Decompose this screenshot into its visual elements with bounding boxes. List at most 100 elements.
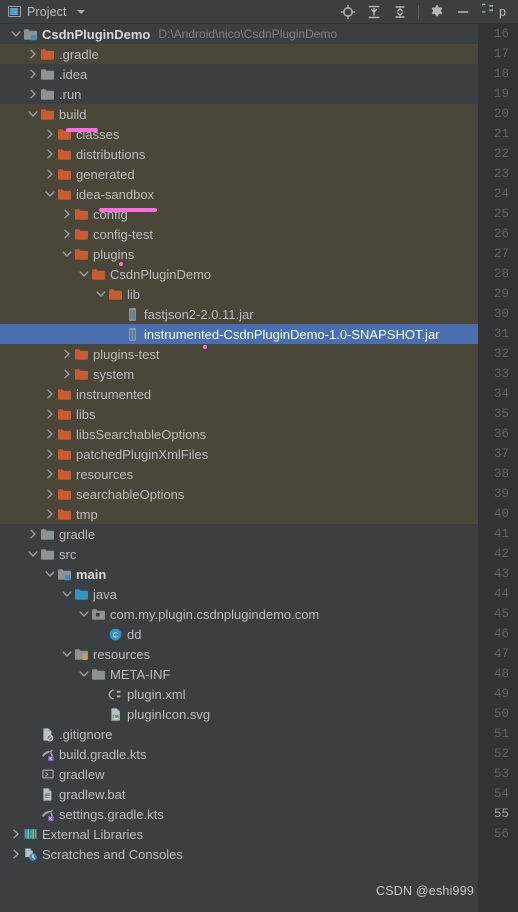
chevron-down-icon[interactable]	[76, 9, 85, 14]
tree-node-generated[interactable]: generated	[0, 164, 478, 184]
tree-node-libssearchableoptions[interactable]: libsSearchableOptions	[0, 424, 478, 444]
chevron-down-icon[interactable]	[61, 644, 73, 664]
chevron-down-icon[interactable]	[61, 244, 73, 264]
chevron-down-icon[interactable]	[44, 564, 56, 584]
chevron-right-icon[interactable]	[44, 144, 56, 164]
chevron-down-icon[interactable]	[44, 184, 56, 204]
tree-node-label: External Libraries	[42, 826, 144, 842]
tree-node-label: config-test	[93, 226, 153, 242]
chevron-down-icon[interactable]	[78, 264, 90, 284]
tree-node-gradlew[interactable]: gradlew	[0, 764, 478, 784]
tree-node-class-dd[interactable]: Cdd	[0, 624, 478, 644]
chevron-right-icon[interactable]	[44, 444, 56, 464]
tree-node-label: resources	[76, 466, 134, 482]
tree-node-patchedpluginxmlfiles[interactable]: patchedPluginXmlFiles	[0, 444, 478, 464]
tree-node-searchableoptions[interactable]: searchableOptions	[0, 484, 478, 504]
tree-node-distributions[interactable]: distributions	[0, 144, 478, 164]
line-number: 28	[478, 264, 518, 284]
tree-node-plugin-xml[interactable]: plugin.xml	[0, 684, 478, 704]
tree-node-config-test[interactable]: config-test	[0, 224, 478, 244]
chevron-right-icon[interactable]	[27, 44, 39, 64]
tree-node-dot-idea[interactable]: .idea	[0, 64, 478, 84]
tree-node-gradle[interactable]: gradle	[0, 524, 478, 544]
chevron-right-icon[interactable]	[27, 84, 39, 104]
tree-node-settings-gradle-kts[interactable]: Ksettings.gradle.kts	[0, 804, 478, 824]
chevron-right-icon[interactable]	[44, 384, 56, 404]
chevron-right-icon[interactable]	[44, 504, 56, 524]
tree-node-tmp[interactable]: tmp	[0, 504, 478, 524]
hide-icon[interactable]	[450, 0, 476, 24]
tree-node-idea-sandbox[interactable]: idea-sandbox	[0, 184, 478, 204]
chevron-right-icon[interactable]	[44, 124, 56, 144]
line-number: 51	[478, 724, 518, 744]
chevron-right-icon[interactable]	[10, 824, 22, 844]
tree-node-plugins-test[interactable]: plugins-test	[0, 344, 478, 364]
tree-node-build[interactable]: build	[0, 104, 478, 124]
tree-node-instrumented-jar[interactable]: instrumented-CsdnPluginDemo-1.0-SNAPSHOT…	[0, 324, 478, 344]
line-number: 50	[478, 704, 518, 724]
tree-node-meta-inf[interactable]: META-INF	[0, 664, 478, 684]
tree-node-src-resources[interactable]: resources	[0, 644, 478, 664]
editor-tab-label: p	[499, 4, 506, 19]
chevron-down-icon[interactable]	[27, 104, 39, 124]
tree-node-system[interactable]: system	[0, 364, 478, 384]
tree-node-sandbox-csdnplugindemo[interactable]: CsdnPluginDemo	[0, 264, 478, 284]
chevron-right-icon[interactable]	[61, 344, 73, 364]
chevron-right-icon[interactable]	[44, 404, 56, 424]
folder-gray-icon	[90, 666, 107, 682]
chevron-right-icon[interactable]	[61, 204, 73, 224]
tree-node-package[interactable]: com.my.plugin.csdnplugindemo.com	[0, 604, 478, 624]
line-number-text: 21	[493, 127, 509, 141]
tree-node-scratches-and-consoles[interactable]: Scratches and Consoles	[0, 844, 478, 864]
tree-node-java[interactable]: java	[0, 584, 478, 604]
chevron-right-icon[interactable]	[44, 484, 56, 504]
editor-tab-strip[interactable]: p	[478, 0, 518, 24]
project-toolwindow-title-group[interactable]: Project	[0, 5, 85, 19]
expand-all-icon[interactable]	[361, 0, 387, 24]
settings-gear-icon[interactable]	[424, 0, 450, 24]
tree-node-build-gradle-kts[interactable]: Kbuild.gradle.kts	[0, 744, 478, 764]
tree-node-gitignore[interactable]: .gitignore	[0, 724, 478, 744]
tree-node-dot-gradle[interactable]: .gradle	[0, 44, 478, 64]
tree-node-gradlew-bat[interactable]: gradlew.bat	[0, 784, 478, 804]
tree-node-main[interactable]: main	[0, 564, 478, 584]
line-number-text: 56	[493, 827, 509, 841]
tree-node-dot-run[interactable]: .run	[0, 84, 478, 104]
tree-node-fastjson2-jar[interactable]: fastjson2-2.0.11.jar	[0, 304, 478, 324]
chevron-down-icon[interactable]	[61, 584, 73, 604]
chevron-right-icon[interactable]	[44, 424, 56, 444]
project-tree[interactable]: CsdnPluginDemo D:\Android\nico\CsdnPlugin…	[0, 24, 478, 912]
tree-node-csdnplugindemo[interactable]: CsdnPluginDemo D:\Android\nico\CsdnPlugin…	[0, 24, 478, 44]
tree-node-config[interactable]: config	[0, 204, 478, 224]
chevron-down-icon[interactable]	[27, 544, 39, 564]
chevron-right-icon[interactable]	[61, 224, 73, 244]
tree-node-lib[interactable]: lib	[0, 284, 478, 304]
chevron-down-icon[interactable]	[78, 604, 90, 624]
tree-node-libs[interactable]: libs	[0, 404, 478, 424]
select-opened-file-icon[interactable]	[335, 0, 361, 24]
chevron-right-icon[interactable]	[44, 464, 56, 484]
tree-node-plugins[interactable]: plugins	[0, 244, 478, 264]
collapse-all-icon[interactable]	[387, 0, 413, 24]
chevron-down-icon[interactable]	[10, 24, 22, 44]
chevron-right-icon[interactable]	[27, 64, 39, 84]
plugin-xml-icon	[479, 2, 496, 21]
tree-node-pluginicon-svg[interactable]: pluginIcon.svg	[0, 704, 478, 724]
tree-node-instrumented[interactable]: instrumented	[0, 384, 478, 404]
chevron-down-icon[interactable]	[95, 284, 107, 304]
line-number-text: 16	[493, 27, 509, 41]
chevron-right-icon[interactable]	[10, 844, 22, 864]
tree-node-src[interactable]: src	[0, 544, 478, 564]
chevron-right-icon[interactable]	[27, 524, 39, 544]
chevron-down-icon[interactable]	[78, 664, 90, 684]
line-number: 22	[478, 144, 518, 164]
tree-node-build-resources[interactable]: resources	[0, 464, 478, 484]
line-number: 17	[478, 44, 518, 64]
tree-node-classes[interactable]: classes	[0, 124, 478, 144]
chevron-right-icon[interactable]	[61, 364, 73, 384]
chevron-right-icon[interactable]	[44, 164, 56, 184]
tree-node-external-libraries[interactable]: External Libraries	[0, 824, 478, 844]
